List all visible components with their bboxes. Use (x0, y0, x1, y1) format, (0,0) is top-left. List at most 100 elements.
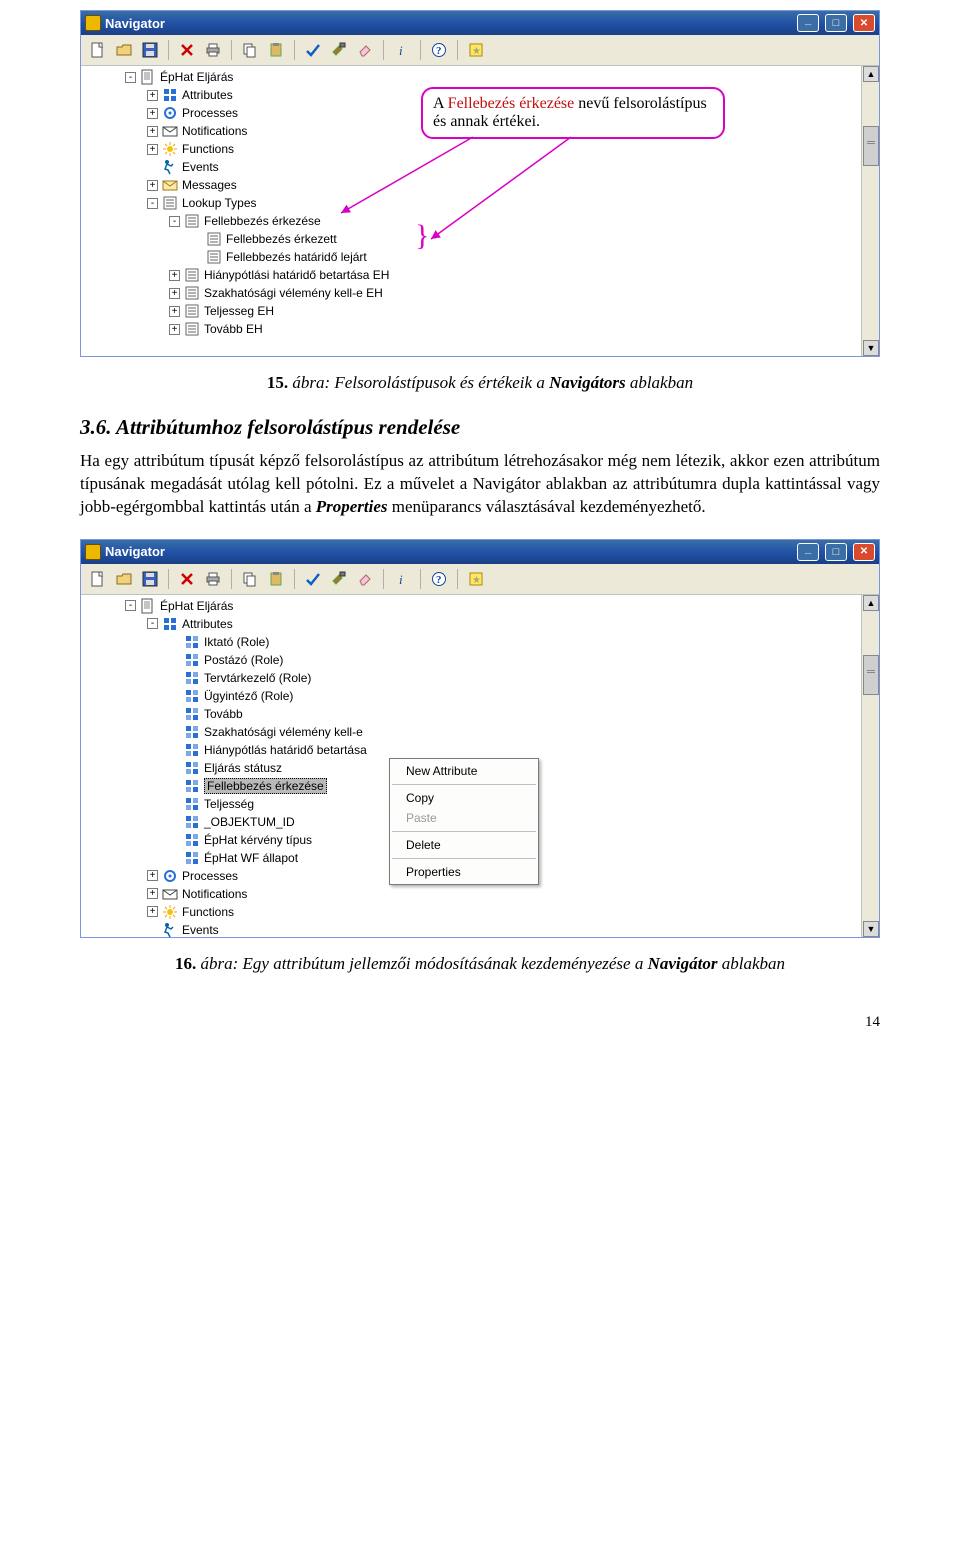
tree-node[interactable]: -ÉpHat Eljárás (81, 68, 861, 86)
print-icon[interactable] (202, 39, 224, 61)
tree-label[interactable]: Fellebbezés érkezett (226, 232, 337, 246)
tree-node[interactable]: + Teljesseg EH (81, 302, 861, 320)
tree-label[interactable]: Processes (182, 869, 238, 883)
help-icon[interactable]: ? (428, 39, 450, 61)
tree-node[interactable]: + Functions (81, 903, 861, 921)
italic-icon[interactable]: i (391, 568, 413, 590)
menu-item-delete[interactable]: Delete (390, 835, 538, 855)
scrollbar[interactable]: ▲ ▼ (861, 595, 879, 937)
tree-label[interactable]: Messages (182, 178, 237, 192)
scroll-down-button[interactable]: ▼ (863, 921, 879, 937)
tree-label[interactable]: Postázó (Role) (204, 653, 283, 667)
tree-label[interactable]: Attributes (182, 88, 233, 102)
hammer-icon[interactable] (328, 39, 350, 61)
tree-label[interactable]: Iktató (Role) (204, 635, 269, 649)
tree-label[interactable]: Hiánypótlás határidő betartása (204, 743, 367, 757)
tree-label[interactable]: Events (182, 923, 219, 937)
open-icon[interactable] (113, 568, 135, 590)
expand-icon[interactable]: + (147, 870, 158, 881)
tree-label[interactable]: Tovább (204, 707, 243, 721)
context-menu[interactable]: New Attribute Copy Paste Delete Properti… (389, 758, 539, 885)
expand-icon[interactable]: + (169, 288, 180, 299)
tree-label[interactable]: Fellebbezés határidő lejárt (226, 250, 367, 264)
tree-label[interactable]: Eljárás státusz (204, 761, 282, 775)
tree-label[interactable]: ÉpHat WF állapot (204, 851, 298, 865)
tree-label[interactable]: Lookup Types (182, 196, 257, 210)
tree-node[interactable]: Iktató (Role) (81, 633, 861, 651)
scroll-thumb[interactable] (863, 126, 879, 166)
tree-label[interactable]: Szakhatósági vélemény kell-e (204, 725, 363, 739)
expand-icon[interactable]: + (147, 888, 158, 899)
tree-node[interactable]: -Fellebbezés érkezése (81, 212, 861, 230)
collapse-icon[interactable]: - (147, 198, 158, 209)
tree-label[interactable]: _OBJEKTUM_ID (204, 815, 295, 829)
maximize-button[interactable] (825, 14, 847, 32)
expand-icon[interactable]: + (147, 126, 158, 137)
copy-icon[interactable] (239, 568, 261, 590)
check-icon[interactable] (302, 39, 324, 61)
menu-item-new-attribute[interactable]: New Attribute (390, 761, 538, 781)
tree-node[interactable]: +Tovább EH (81, 320, 861, 338)
scrollbar[interactable]: ▲ ▼ (861, 66, 879, 356)
new-icon[interactable] (87, 39, 109, 61)
tree-label[interactable]: Hiánypótlási határidő betartása EH (204, 268, 389, 282)
save-icon[interactable] (139, 568, 161, 590)
hammer-icon[interactable] (328, 568, 350, 590)
scroll-thumb[interactable] (863, 655, 879, 695)
tree-node[interactable]: + Hiánypótlási határidő betartása EH (81, 266, 861, 284)
tree-label[interactable]: Teljesség (204, 797, 254, 811)
print-icon[interactable] (202, 568, 224, 590)
expand-icon[interactable]: + (147, 906, 158, 917)
titlebar[interactable]: Navigator (81, 11, 879, 35)
scroll-up-button[interactable]: ▲ (863, 595, 879, 611)
titlebar[interactable]: Navigator (81, 540, 879, 564)
minimize-button[interactable] (797, 543, 819, 561)
tree-node[interactable]: Hiánypótlás határidő betartása (81, 741, 861, 759)
tree-node[interactable]: Tervtárkezelő (Role) (81, 669, 861, 687)
italic-icon[interactable]: i (391, 39, 413, 61)
collapse-icon[interactable]: - (125, 600, 136, 611)
tree-label[interactable]: Functions (182, 142, 234, 156)
collapse-icon[interactable]: - (147, 618, 158, 629)
paste-icon[interactable] (265, 568, 287, 590)
tree-node[interactable]: Events (81, 158, 861, 176)
open-icon[interactable] (113, 39, 135, 61)
eraser-icon[interactable] (354, 39, 376, 61)
tree-label[interactable]: Ügyintéző (Role) (204, 689, 293, 703)
tree-node[interactable]: Events (81, 921, 861, 939)
tree-node[interactable]: Postázó (Role) (81, 651, 861, 669)
check-icon[interactable] (302, 568, 324, 590)
close-button[interactable] (853, 14, 875, 32)
tree-label[interactable]: Notifications (182, 887, 247, 901)
tree-node[interactable]: Tovább (81, 705, 861, 723)
minimize-button[interactable] (797, 14, 819, 32)
expand-icon[interactable]: + (169, 270, 180, 281)
tree-label[interactable]: ÉpHat Eljárás (160, 599, 233, 613)
collapse-icon[interactable]: - (125, 72, 136, 83)
expand-icon[interactable]: + (169, 306, 180, 317)
tree-node[interactable]: Fellebbezés érkezett (81, 230, 861, 248)
tree-label[interactable]: Fellebbezés érkezése (204, 778, 327, 794)
tree-node[interactable]: + Notifications (81, 885, 861, 903)
eraser-icon[interactable] (354, 568, 376, 590)
tree-label[interactable]: Teljesseg EH (204, 304, 274, 318)
menu-item-properties[interactable]: Properties (390, 862, 538, 882)
menu-item-copy[interactable]: Copy (390, 788, 538, 808)
collapse-icon[interactable]: - (169, 216, 180, 227)
tree-label[interactable]: Functions (182, 905, 234, 919)
tree-label[interactable]: ÉpHat kérvény típus (204, 833, 312, 847)
tree-node[interactable]: Ügyintéző (Role) (81, 687, 861, 705)
tree-label[interactable]: Processes (182, 106, 238, 120)
copy-icon[interactable] (239, 39, 261, 61)
delete-icon[interactable] (176, 568, 198, 590)
tree-label[interactable]: Szakhatósági vélemény kell-e EH (204, 286, 383, 300)
tree-node[interactable]: +Functions (81, 140, 861, 158)
tree-label[interactable]: Events (182, 160, 219, 174)
tree-label[interactable]: Tovább EH (204, 322, 263, 336)
tree-label[interactable]: Notifications (182, 124, 247, 138)
expand-icon[interactable]: + (147, 108, 158, 119)
expand-icon[interactable]: + (147, 90, 158, 101)
save-icon[interactable] (139, 39, 161, 61)
tree-label[interactable]: Tervtárkezelő (Role) (204, 671, 311, 685)
tree-label[interactable]: Attributes (182, 617, 233, 631)
